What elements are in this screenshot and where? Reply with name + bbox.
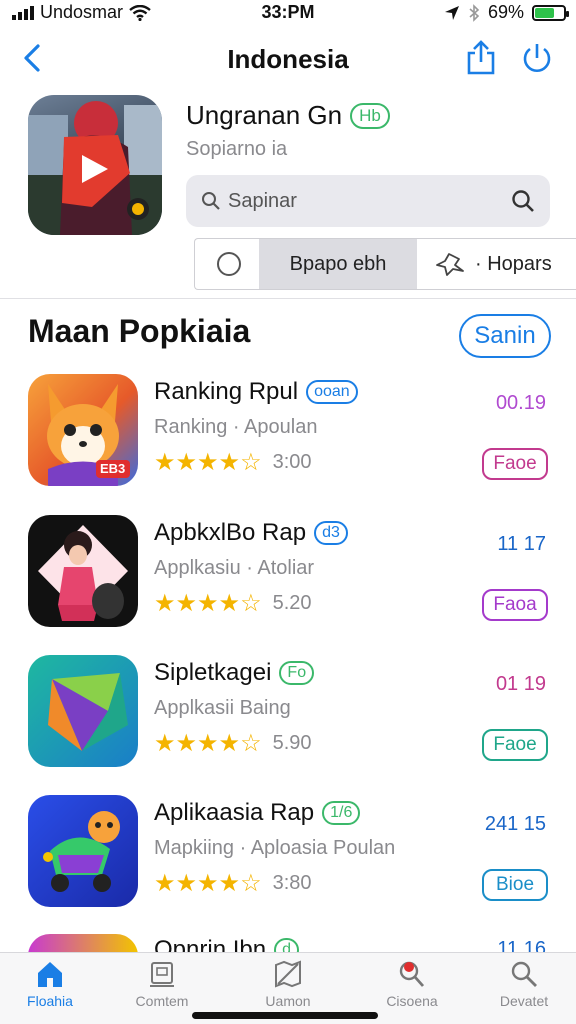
star-icon: ★★★★☆ bbox=[154, 449, 262, 476]
app-title: Aplikaasia Rap bbox=[154, 799, 315, 826]
list-item[interactable]: Aplikaasia Rap 1/6 Mapkiing · Aploasia P… bbox=[0, 795, 576, 915]
rating-score: 5.90 bbox=[272, 732, 312, 754]
segment-radio[interactable] bbox=[195, 239, 259, 289]
tab-label: Uamon bbox=[265, 993, 311, 1009]
rating-stars: ★★★★☆ 3:00 bbox=[154, 448, 312, 477]
app-name: Aplikaasia Rap 1/6 bbox=[154, 799, 361, 827]
tab-home[interactable]: Floahia bbox=[0, 959, 100, 1023]
divider bbox=[0, 298, 576, 299]
app-icon-partial bbox=[28, 934, 138, 952]
segment-control: Bpapo ebh · Hopars bbox=[194, 238, 576, 290]
rating-score: 5.20 bbox=[272, 592, 312, 614]
tab-search[interactable]: Devatet bbox=[474, 959, 574, 1023]
rating-stars: ★★★★☆ 5.20 bbox=[154, 589, 312, 618]
segment-middle[interactable]: Bpapo ebh bbox=[259, 239, 417, 289]
radio-circle-icon bbox=[217, 252, 241, 276]
app-count: 11 16 bbox=[497, 938, 546, 952]
app-tag: d bbox=[274, 938, 299, 952]
search-submit-icon[interactable] bbox=[510, 188, 536, 214]
segment-popular-label: Hopars bbox=[487, 253, 552, 275]
search-input[interactable]: Sapinar bbox=[186, 175, 550, 227]
featured-app-badge: Hb bbox=[350, 102, 390, 129]
tab-label: Comtem bbox=[135, 993, 189, 1009]
rating-score: 3:80 bbox=[272, 872, 312, 894]
app-icon-shape bbox=[28, 655, 138, 767]
featured-app-name: Ungranan Gn bbox=[186, 100, 343, 130]
power-icon[interactable] bbox=[520, 40, 554, 76]
rating-stars: ★★★★☆ 5.90 bbox=[154, 729, 312, 758]
tab-label: Cisoena bbox=[386, 993, 438, 1009]
search-notification-icon bbox=[399, 961, 425, 987]
app-count: 11 17 bbox=[497, 533, 546, 555]
app-icon-girl bbox=[28, 515, 138, 627]
pin-icon[interactable] bbox=[435, 251, 465, 277]
app-name: Opnrin Ibn d bbox=[154, 936, 299, 952]
app-tag: Fo bbox=[279, 661, 315, 685]
app-icon-robot bbox=[28, 795, 138, 907]
share-icon[interactable] bbox=[464, 40, 498, 76]
battery-icon bbox=[532, 4, 569, 21]
star-icon: ★★★★☆ bbox=[154, 870, 262, 897]
rating-stars: ★★★★☆ 3:80 bbox=[154, 869, 312, 898]
home-indicator[interactable] bbox=[192, 1012, 378, 1019]
app-title: Ranking Rpul bbox=[154, 378, 299, 405]
location-icon bbox=[444, 5, 459, 20]
get-button[interactable]: Faoe bbox=[482, 729, 548, 761]
tab-label: Devatet bbox=[499, 993, 549, 1009]
app-icon-fox: EB3 bbox=[28, 374, 138, 486]
home-icon bbox=[38, 962, 62, 987]
app-title: ApbkxlBo Rap bbox=[154, 519, 307, 546]
star-icon: ★★★★☆ bbox=[154, 730, 262, 757]
star-icon: ★★★★☆ bbox=[154, 590, 262, 617]
featured-app-title[interactable]: Ungranan Gn Hb bbox=[186, 100, 390, 131]
search-icon bbox=[511, 961, 537, 987]
app-subtitle: Applkasiu · Atoliar bbox=[154, 557, 315, 579]
app-tag: 1/6 bbox=[322, 801, 361, 825]
app-icon-label: EB3 bbox=[100, 461, 126, 476]
get-button[interactable]: Bioe bbox=[482, 869, 548, 901]
get-button[interactable]: Faoe bbox=[482, 448, 548, 480]
app-title: Sipletkagei bbox=[154, 659, 272, 686]
rating-score: 3:00 bbox=[272, 451, 312, 473]
app-name: ApbkxlBo Rap d3 bbox=[154, 519, 348, 547]
app-name: Sipletkagei Fo bbox=[154, 659, 315, 687]
battery-percent: 69% bbox=[487, 2, 524, 22]
list-item[interactable]: Sipletkagei Fo Applkasii Baing ★★★★☆ 5.9… bbox=[0, 655, 576, 775]
bluetooth-icon bbox=[469, 3, 480, 22]
get-button[interactable]: Faoa bbox=[482, 589, 548, 621]
section-title: Maan Popkiaia bbox=[28, 313, 251, 349]
search-placeholder: Sapinar bbox=[228, 190, 297, 212]
list-item[interactable]: Opnrin Ibn d 11 16 bbox=[0, 934, 576, 952]
app-count: 241 15 bbox=[484, 813, 546, 835]
app-name: Ranking Rpul ooan bbox=[154, 378, 358, 406]
store-icon bbox=[150, 962, 174, 987]
status-bar: Undosmar 33:PM 69% bbox=[0, 0, 576, 26]
app-count: 01 19 bbox=[495, 673, 546, 695]
tab-label: Floahia bbox=[27, 993, 73, 1009]
map-icon bbox=[275, 960, 301, 988]
see-all-button[interactable]: Sanin bbox=[459, 314, 551, 358]
search-icon bbox=[202, 192, 220, 210]
app-subtitle: Applkasii Baing bbox=[154, 697, 291, 719]
segment-popular[interactable]: · Hopars bbox=[475, 253, 552, 276]
list-item[interactable]: ApbkxlBo Rap d3 Applkasiu · Atoliar ★★★★… bbox=[0, 515, 576, 635]
app-tag: d3 bbox=[314, 521, 348, 545]
app-count: 00.19 bbox=[495, 392, 546, 414]
featured-app-icon[interactable] bbox=[28, 95, 162, 235]
navigation-bar: Indonesia bbox=[0, 30, 576, 86]
app-title: Opnrin Ibn bbox=[154, 936, 267, 952]
app-subtitle: Ranking · Apoulan bbox=[154, 416, 318, 438]
app-tag: ooan bbox=[306, 380, 358, 404]
featured-app-subtitle: Sopiarno ia bbox=[186, 138, 288, 160]
app-subtitle: Mapkiing · Aploasia Poulan bbox=[154, 837, 396, 859]
list-item[interactable]: EB3 Ranking Rpul ooan Ranking · Apoulan … bbox=[0, 374, 576, 494]
